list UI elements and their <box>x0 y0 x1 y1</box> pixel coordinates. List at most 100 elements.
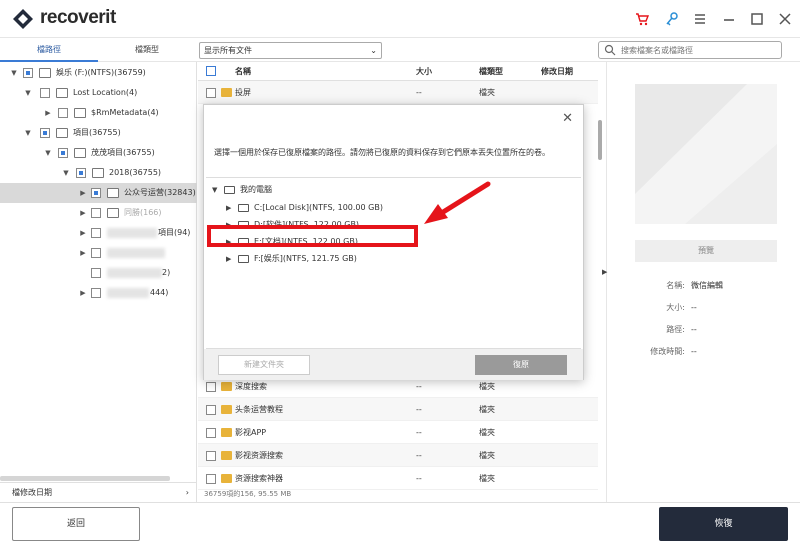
vertical-scrollbar[interactable] <box>598 120 602 160</box>
tree-row[interactable]: ▼ 娛乐 (F:)(NTFS)(36759) <box>0 63 197 83</box>
file-type: 檔夾 <box>479 451 495 460</box>
tab-file-path[interactable]: 檔路徑 <box>0 38 98 62</box>
checkbox[interactable] <box>91 288 101 298</box>
blurred-label <box>107 228 157 238</box>
tree-row[interactable]: ▼ 茂茂項目(36755) <box>0 143 197 163</box>
sort-modified-date[interactable]: 檔修改日期 › <box>0 482 197 502</box>
checkbox[interactable] <box>91 228 101 238</box>
tree-row[interactable]: ▶ 項目(94) <box>0 223 197 243</box>
blurred-label <box>107 248 165 258</box>
checkbox[interactable] <box>206 88 216 98</box>
column-size[interactable]: 大小 <box>416 62 432 81</box>
meta-value: -- <box>691 347 697 356</box>
tree-row[interactable]: ▶ 444) <box>0 283 197 303</box>
chevron-right-icon[interactable]: ▶ <box>79 283 87 303</box>
preview-button[interactable]: 預覽 <box>635 240 777 262</box>
checkbox[interactable] <box>206 451 216 461</box>
folder-outline-icon <box>74 108 86 118</box>
checkbox[interactable] <box>76 168 86 178</box>
tree-row[interactable]: 2) <box>0 263 197 283</box>
chevron-down-icon[interactable]: ▼ <box>62 163 70 183</box>
horizontal-scrollbar[interactable] <box>0 476 170 481</box>
tree-row[interactable]: ▶ <box>0 243 197 263</box>
back-button[interactable]: 返回 <box>12 507 140 541</box>
checkbox[interactable] <box>58 148 68 158</box>
preview-placeholder-icon <box>635 84 777 224</box>
tree-row[interactable]: ▼ 2018(36755) <box>0 163 197 183</box>
checkbox[interactable] <box>91 188 101 198</box>
chevron-right-icon[interactable]: ▶ <box>226 251 231 267</box>
chevron-down-icon[interactable]: ▼ <box>24 83 32 103</box>
dialog-restore-button[interactable]: 復原 <box>475 355 567 375</box>
file-name: 头条运营教程 <box>235 405 283 414</box>
tree-root[interactable]: ▼ 我的電腦 <box>212 182 412 198</box>
tree-row[interactable]: ▶ $RmMetadata(4) <box>0 103 197 123</box>
table-row[interactable]: 资源搜索神器 -- 檔夾 <box>198 467 598 490</box>
tree-label: 同勝(166) <box>124 208 162 217</box>
drive-icon <box>238 204 249 212</box>
status-text: 36759項的156, 95.55 MB <box>204 490 292 498</box>
file-name: 影视APP <box>235 428 267 437</box>
checkbox[interactable] <box>206 382 216 392</box>
chevron-right-icon[interactable]: ▶ <box>44 103 52 123</box>
close-icon[interactable]: ✕ <box>562 111 573 126</box>
folder-outline-icon <box>56 128 68 138</box>
checkbox[interactable] <box>58 108 68 118</box>
search-input[interactable] <box>621 43 779 57</box>
table-row[interactable]: 影视资源搜索 -- 檔夾 <box>198 444 598 467</box>
chevron-down-icon[interactable]: ▼ <box>44 143 52 163</box>
checkbox[interactable] <box>91 248 101 258</box>
search-box[interactable] <box>598 41 782 59</box>
checkbox[interactable] <box>40 88 50 98</box>
checkbox[interactable] <box>206 405 216 415</box>
file-size: -- <box>416 428 422 437</box>
tree-label: 娛乐 (F:)(NTFS)(36759) <box>56 68 146 77</box>
minimize-icon[interactable] <box>721 11 737 27</box>
key-icon[interactable] <box>664 11 680 27</box>
drive-tree: ▼ 我的電腦 ▶ C:[Local Disk](NTFS, 100.00 GB)… <box>206 177 581 349</box>
checkbox[interactable] <box>91 208 101 218</box>
tree-row-selected[interactable]: ▶ 公众号运营(32843) <box>0 183 197 203</box>
collapse-preview-icon[interactable]: ▶ <box>602 268 607 276</box>
table-row[interactable]: 影视APP -- 檔夾 <box>198 421 598 444</box>
chevron-right-icon[interactable]: ▶ <box>79 243 87 263</box>
file-size: -- <box>416 451 422 460</box>
checkbox[interactable] <box>91 268 101 278</box>
chevron-right-icon: › <box>185 488 189 497</box>
meta-value: -- <box>691 303 697 312</box>
column-type[interactable]: 檔類型 <box>479 62 503 81</box>
blurred-label <box>107 288 149 298</box>
chevron-right-icon[interactable]: ▶ <box>79 223 87 243</box>
checkbox[interactable] <box>40 128 50 138</box>
column-name[interactable]: 名稱 <box>235 62 251 81</box>
filter-dropdown[interactable]: 显示所有文件 ⌄ <box>199 42 382 59</box>
checkbox[interactable] <box>23 68 33 78</box>
chevron-down-icon[interactable]: ▼ <box>24 123 32 143</box>
table-row[interactable]: 投屏 -- 檔夾 <box>198 81 598 104</box>
chevron-down-icon[interactable]: ▼ <box>212 182 217 198</box>
chevron-right-icon[interactable]: ▶ <box>226 200 231 216</box>
drive-row[interactable]: ▶ C:[Local Disk](NTFS, 100.00 GB) <box>226 200 426 216</box>
tab-file-type[interactable]: 檔類型 <box>98 38 196 62</box>
recover-button[interactable]: 恢復 <box>659 507 788 541</box>
close-icon[interactable] <box>777 11 793 27</box>
checkbox[interactable] <box>206 428 216 438</box>
column-date[interactable]: 修改日期 <box>541 62 573 81</box>
drive-row[interactable]: ▶ F:[娱乐](NTFS, 121.75 GB) <box>226 251 426 267</box>
checkbox[interactable] <box>206 474 216 484</box>
cart-icon[interactable] <box>634 11 650 27</box>
tree-row[interactable]: ▼ Lost Location(4) <box>0 83 197 103</box>
table-row[interactable]: 头条运营教程 -- 檔夾 <box>198 398 598 421</box>
filter-value: 显示所有文件 <box>204 46 252 55</box>
chevron-right-icon[interactable]: ▶ <box>79 203 87 223</box>
new-folder-button[interactable]: 新建文件夾 <box>218 355 310 375</box>
select-all-checkbox[interactable] <box>206 66 216 76</box>
chevron-down-icon[interactable]: ▼ <box>10 63 18 83</box>
tree-row[interactable]: ▶ 同勝(166) <box>0 203 197 223</box>
maximize-icon[interactable] <box>749 11 765 27</box>
chevron-right-icon[interactable]: ▶ <box>79 183 87 203</box>
tree-row[interactable]: ▼ 項目(36755) <box>0 123 197 143</box>
drive-icon <box>39 68 51 78</box>
folder-tree: ▼ 娛乐 (F:)(NTFS)(36759) ▼ Lost Location(4… <box>0 62 197 502</box>
menu-icon[interactable] <box>692 11 708 27</box>
